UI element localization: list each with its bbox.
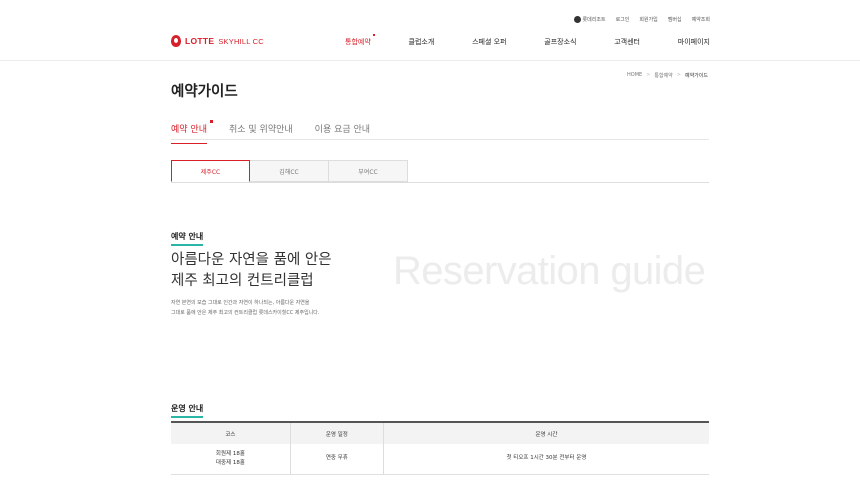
breadcrumb: HOME > 통합예약 > 예약가이드 [627, 72, 708, 79]
operation-section-title: 운영 안내 [171, 403, 204, 418]
intro-headline-line-1: 아름다운 자연을 품에 안은 [171, 252, 332, 268]
globe-icon [573, 16, 581, 23]
column-schedule: 운영 일정 [290, 421, 384, 444]
logo-brand: LOTTE [185, 36, 215, 46]
cell-hours: 첫 티오프 1시간 30분 전부터 운영 [383, 444, 709, 475]
tab-gimhae-cc[interactable]: 김해CC [250, 160, 329, 182]
intro-description: 자연 본연의 모습 그대로 인간과 자연이 하나되는, 아름다운 자연을 그대로… [171, 298, 320, 318]
cc-tabs: 제주CC 김해CC 부여CC [171, 160, 408, 182]
cell-schedule: 연중 무휴 [290, 444, 384, 475]
nav-item-news[interactable]: 골프장소식 [544, 37, 576, 47]
nav-item-club-intro[interactable]: 클럽소개 [409, 37, 435, 47]
reservation-section-title: 예약 안내 [171, 231, 204, 246]
membership-link[interactable]: 멤버십 [668, 16, 682, 23]
signup-link[interactable]: 회원가입 [639, 16, 657, 23]
logo[interactable]: LOTTE SKYHILL CC [171, 35, 264, 47]
breadcrumb-separator: > [646, 72, 651, 78]
nav-item-customer-center[interactable]: 고객센터 [614, 37, 640, 47]
sub-tabs: 예약 안내 취소 및 위약안내 이용 요금 안내 [171, 120, 370, 144]
tab-cancellation[interactable]: 취소 및 위약안내 [229, 122, 293, 144]
login-link[interactable]: 로그인 [616, 16, 630, 23]
tab-fees[interactable]: 이용 요금 안내 [315, 122, 370, 144]
tab-reservation-guide[interactable]: 예약 안내 [171, 120, 213, 144]
watermark-text: Reservation guide [393, 249, 706, 293]
operation-table: 코스 운영 일정 운영 시간 회원제 18홀 대중제 18홀 연중 무휴 첫 티… [171, 421, 709, 475]
nav-item-special-offer[interactable]: 스페셜 오퍼 [472, 37, 506, 47]
nav-item-reservation[interactable]: 통합예약 [345, 34, 375, 47]
breadcrumb-separator: > [676, 72, 681, 78]
intro-headline: 아름다운 자연을 품에 안은 제주 최고의 컨트리클럽 [171, 250, 332, 292]
table-header-row: 코스 운영 일정 운영 시간 [171, 421, 709, 444]
intro-headline-line-2: 제주 최고의 컨트리클럽 [171, 273, 314, 289]
course-member: 회원제 18홀 [215, 450, 245, 457]
table-row: 회원제 18홀 대중제 18홀 연중 무휴 첫 티오프 1시간 30분 전부터 … [171, 444, 709, 475]
subtabs-divider [171, 139, 709, 140]
intro-description-line-1: 자연 본연의 모습 그대로 인간과 자연이 하나되는, 아름다운 자연을 [171, 300, 310, 306]
nav-item-mypage[interactable]: 마이페이지 [678, 37, 710, 47]
column-course: 코스 [171, 421, 291, 444]
course-public: 대중제 18홀 [215, 459, 245, 466]
cc-tabs-divider [171, 182, 709, 183]
reservation-check-link[interactable]: 예약조회 [692, 16, 710, 23]
tab-buyeo-cc[interactable]: 부여CC [329, 160, 408, 182]
logo-sub: SKYHILL CC [218, 36, 264, 46]
breadcrumb-home[interactable]: HOME [627, 72, 642, 79]
language-link[interactable]: 롯데리조트 [573, 16, 606, 23]
utility-nav: 롯데리조트 로그인 회원가입 멤버십 예약조회 [573, 16, 710, 23]
page-title: 예약가이드 [171, 84, 238, 100]
header-divider [0, 60, 860, 61]
lotte-logo-icon [171, 35, 181, 47]
breadcrumb-reservation[interactable]: 통합예약 [654, 72, 672, 79]
main-nav: 통합예약 클럽소개 스페셜 오퍼 골프장소식 고객센터 마이페이지 [345, 34, 710, 47]
tab-jeju-cc[interactable]: 제주CC [171, 160, 250, 182]
intro-description-line-2: 그대로 품에 안은 제주 최고의 컨트리클럽 롯데스카이힐CC 제주입니다. [171, 310, 320, 316]
column-hours: 운영 시간 [383, 421, 709, 444]
cell-course: 회원제 18홀 대중제 18홀 [171, 444, 291, 475]
breadcrumb-current: 예약가이드 [684, 73, 708, 79]
